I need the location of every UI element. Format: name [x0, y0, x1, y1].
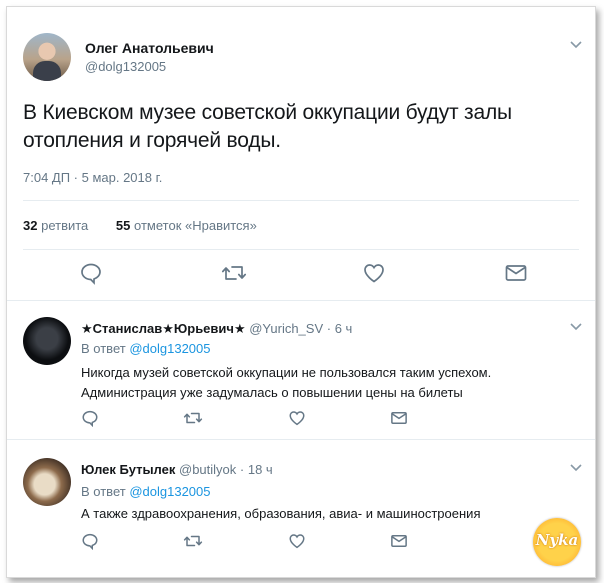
likes-count: 55	[115, 218, 131, 233]
retweet-icon[interactable]	[183, 532, 207, 556]
reply-text: Никогда музей советской оккупации не пол…	[81, 365, 492, 400]
tweet-thread-card: Олег Анатольевич @dolg132005 В Киевском …	[6, 6, 596, 578]
author-avatar[interactable]	[23, 33, 71, 81]
likes-stat[interactable]: 55 отметок «Нравится»	[116, 218, 257, 233]
retweets-count: 32	[23, 218, 38, 233]
reply-author-avatar[interactable]	[23, 458, 71, 506]
in-reply-to-link[interactable]: @dolg132005	[129, 484, 210, 499]
reply-actions	[7, 409, 595, 433]
reply-author-avatar[interactable]	[23, 317, 71, 365]
like-icon[interactable]	[288, 409, 312, 433]
main-tweet: Олег Анатольевич @dolg132005 В Киевском …	[7, 7, 595, 300]
reply-author-name[interactable]: ★Станислав★Юрьевич★	[81, 321, 246, 336]
caret-down-icon[interactable]	[570, 323, 582, 333]
tweet-stats: 32 ретвита 55 отметок «Нравится»	[23, 218, 257, 233]
tweet-text: В Киевском музее советской оккупации буд…	[23, 101, 512, 152]
retweet-icon[interactable]	[221, 261, 247, 285]
reply-icon[interactable]	[79, 261, 103, 285]
message-icon[interactable]	[390, 532, 414, 556]
author-handle[interactable]: @dolg132005	[85, 59, 166, 74]
reply-icon[interactable]	[81, 409, 105, 433]
reply-tweet[interactable]: ★Станислав★Юрьевич★ @Yurich_SV · 6 ч В о…	[7, 301, 595, 439]
reply-author-handle[interactable]: @Yurich_SV	[249, 321, 323, 336]
retweets-stat[interactable]: 32 ретвита	[23, 218, 88, 233]
main-tweet-actions	[7, 261, 595, 285]
reply-text: А также здравоохранения, образования, ав…	[81, 506, 481, 521]
reply-time[interactable]: · 6 ч	[327, 321, 353, 336]
likes-label: отметок «Нравится»	[134, 218, 257, 233]
in-reply-prefix: В ответ	[81, 341, 126, 356]
caret-down-icon[interactable]	[570, 41, 582, 51]
tweet-timestamp[interactable]: 7:04 ДП · 5 мар. 2018 г.	[23, 170, 162, 185]
in-reply-to: В ответ @dolg132005	[81, 341, 210, 356]
divider	[23, 249, 579, 250]
reply-author-line: ★Станислав★Юрьевич★ @Yurich_SV · 6 ч	[81, 321, 352, 337]
reply-author-line: Юлек Бутылек @butilyok · 18 ч	[81, 462, 273, 477]
retweets-label: ретвита	[41, 218, 89, 233]
in-reply-to: В ответ @dolg132005	[81, 484, 210, 499]
reply-time[interactable]: · 18 ч	[240, 462, 273, 477]
caret-down-icon[interactable]	[570, 464, 582, 474]
watermark-text: Nyka	[535, 531, 579, 549]
message-icon[interactable]	[504, 261, 528, 285]
like-icon[interactable]	[288, 532, 312, 556]
in-reply-prefix: В ответ	[81, 484, 126, 499]
reply-author-name[interactable]: Юлек Бутылек	[81, 462, 175, 477]
reply-tweet[interactable]: Юлек Бутылек @butilyok · 18 ч В ответ @d…	[7, 440, 595, 577]
author-name[interactable]: Олег Анатольевич	[85, 40, 214, 56]
in-reply-to-link[interactable]: @dolg132005	[129, 341, 210, 356]
reply-author-handle[interactable]: @butilyok	[179, 462, 236, 477]
like-icon[interactable]	[362, 261, 386, 285]
message-icon[interactable]	[390, 409, 414, 433]
reply-actions	[7, 532, 595, 556]
retweet-icon[interactable]	[183, 409, 207, 433]
reply-icon[interactable]	[81, 532, 105, 556]
divider	[23, 200, 579, 201]
watermark-logo: Nyka	[533, 518, 581, 566]
